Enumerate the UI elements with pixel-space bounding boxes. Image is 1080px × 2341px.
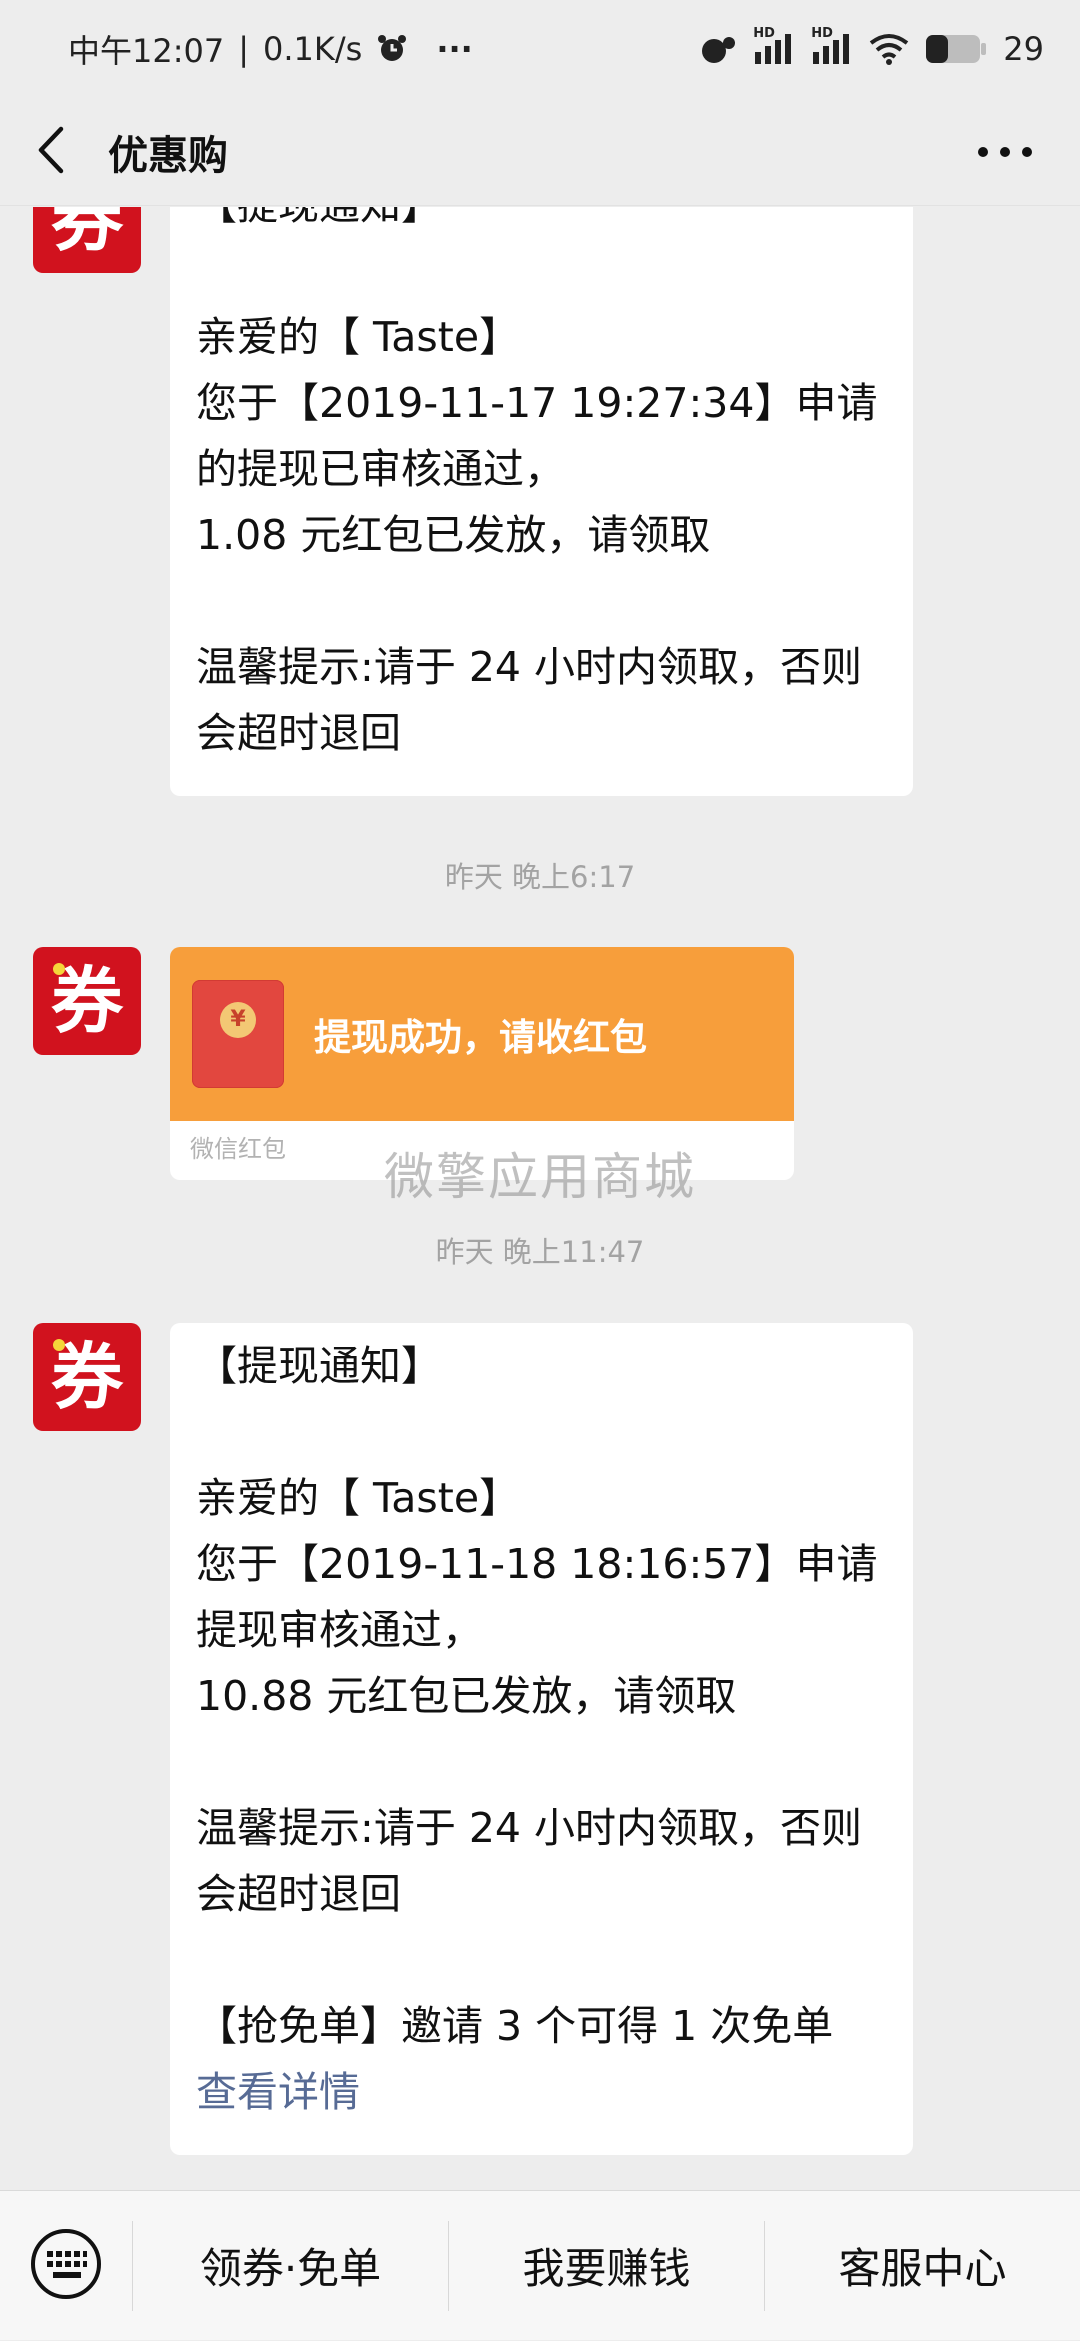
message-line: 温馨提示:请于 24 小时内领取，否则会超时退回	[196, 1804, 863, 1918]
back-arrow-icon	[33, 125, 67, 179]
hd-label-2: HD	[811, 26, 833, 41]
message-line: 【抢免单】邀请 3 个可得 1 次免单	[196, 2002, 834, 2050]
message-line: 【提现通知】	[196, 207, 887, 238]
more-dots-icon	[977, 143, 1033, 162]
red-envelope-icon: ¥	[192, 980, 284, 1088]
menu-item-label: 客服中心	[838, 2244, 1007, 2293]
avatar-dot	[53, 963, 65, 975]
message-line	[196, 238, 887, 304]
avatar[interactable]: 券	[33, 207, 141, 273]
nav-bar: 优惠购	[0, 98, 1080, 206]
status-time: 中午12:07	[68, 32, 225, 70]
message-line: 10.88 元红包已发放，请领取	[196, 1672, 737, 1720]
signal-icon-2: HD	[811, 26, 853, 66]
message-line: 温馨提示:请于 24 小时内领取，否则会超时退回	[196, 643, 863, 757]
message-line	[196, 568, 887, 634]
back-button[interactable]	[0, 98, 100, 206]
coin-icon: ¥	[220, 1002, 256, 1038]
page-title: 优惠购	[108, 132, 228, 179]
signal-icon: HD	[753, 26, 795, 66]
message-line: 【提现通知】	[196, 1342, 442, 1390]
message-line: 您于【2019-11-18 18:16:57】申请提现审核通过，	[196, 1540, 878, 1654]
message-line	[196, 1729, 887, 1795]
menu-item-customer-service[interactable]: 客服中心	[765, 2191, 1080, 2341]
watermark: 微擎应用商城	[384, 1148, 696, 1206]
keyboard-toggle-button[interactable]	[0, 2191, 132, 2341]
message-bubble-1[interactable]: 【提现通知】 亲爱的【 Taste】 您于【2019-11-17 19:27:3…	[170, 207, 913, 796]
message-bubble-2[interactable]: 【提现通知】 亲爱的【 Taste】 您于【2019-11-18 18:16:5…	[170, 1323, 913, 2155]
chat-area[interactable]: 券 【提现通知】 亲爱的【 Taste】 您于【2019-11-17 19:27…	[0, 207, 1080, 2189]
menu-item-earn-money[interactable]: 我要赚钱	[449, 2191, 764, 2341]
status-right: HD HD 29	[699, 26, 1044, 68]
message-line: 亲爱的【 Taste】	[196, 1474, 521, 1522]
hd-label-1: HD	[753, 26, 775, 41]
avatar[interactable]: 券	[33, 1323, 141, 1431]
red-packet-title: 提现成功，请收红包	[314, 1016, 647, 1059]
view-details-link[interactable]: 查看详情	[196, 2059, 887, 2125]
timestamp: 昨天 晚上6:17	[444, 860, 636, 894]
network-speed: 0.1K/s	[263, 30, 363, 68]
avatar[interactable]: 券	[33, 947, 141, 1055]
battery-level: 29	[1003, 30, 1044, 68]
vpn-icon	[699, 33, 737, 65]
menu-item-label: 领券·免单	[199, 2244, 382, 2293]
status-more-dots: ···	[436, 30, 473, 68]
avatar-dot	[53, 1339, 65, 1351]
status-left: 中午12:07 | 0.1K/s ···	[68, 26, 473, 72]
timestamp: 昨天 晚上11:47	[435, 1235, 645, 1269]
red-packet-header: ¥ 提现成功，请收红包	[170, 947, 794, 1121]
menu-item-coupons[interactable]: 领券·免单	[133, 2191, 448, 2341]
bottom-menu: 领券·免单 我要赚钱 客服中心	[0, 2190, 1080, 2340]
message-line: 您于【2019-11-17 19:27:34】申请的提现已审核通过，	[196, 379, 878, 493]
more-options-button[interactable]	[960, 98, 1050, 206]
keyboard-icon	[29, 2227, 103, 2305]
wifi-icon	[869, 33, 909, 65]
menu-item-label: 我要赚钱	[522, 2244, 691, 2293]
message-line: 亲爱的【 Taste】	[196, 313, 521, 361]
battery-icon	[925, 33, 987, 65]
status-sep: |	[238, 30, 250, 68]
status-bar: 中午12:07 | 0.1K/s ··· HD HD 29	[0, 0, 1080, 98]
alarm-icon	[376, 33, 408, 65]
message-line: 1.08 元红包已发放，请领取	[196, 511, 711, 559]
avatar-glyph: 券	[50, 207, 123, 261]
message-line	[196, 1399, 887, 1465]
message-line	[196, 1927, 887, 1993]
